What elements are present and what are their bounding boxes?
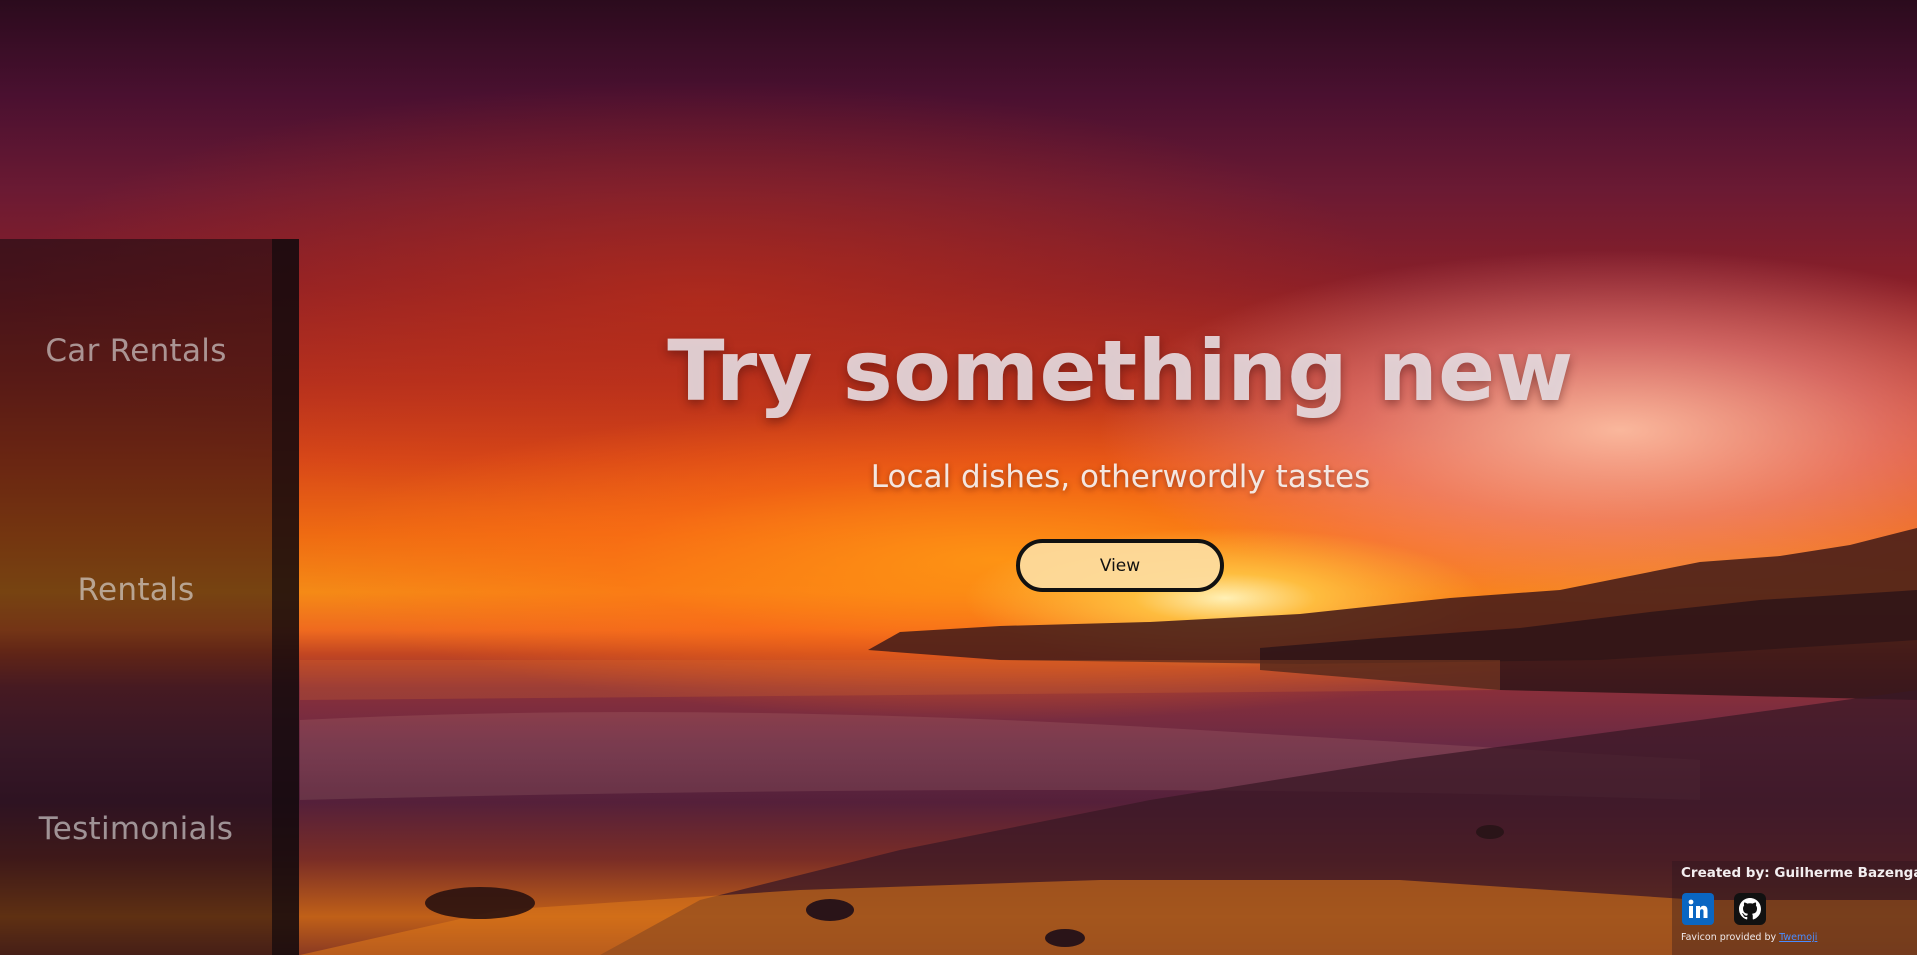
- footer-credits: Created by: Guilherme Bazenga Favicon pr…: [1672, 861, 1917, 955]
- sidebar-item-testimonials[interactable]: Testimonials: [0, 811, 272, 847]
- github-glyph: [1739, 898, 1761, 920]
- favicon-note-text: Favicon provided by: [1681, 932, 1777, 943]
- sidebar-item-rentals[interactable]: Rentals: [0, 572, 272, 608]
- twemoji-link[interactable]: Twemoji: [1779, 932, 1817, 943]
- linkedin-glyph: [1688, 899, 1708, 918]
- hero-subtitle: Local dishes, otherwordly tastes: [870, 459, 1371, 495]
- credit-text: Created by: Guilherme Bazenga: [1681, 865, 1917, 881]
- page: Car Rentals Rentals Testimonials Try som…: [0, 0, 1917, 955]
- hero-title: Try something new: [667, 322, 1574, 420]
- linkedin-icon[interactable]: [1682, 893, 1714, 925]
- favicon-note: Favicon provided by Twemoji: [1681, 932, 1817, 943]
- view-button[interactable]: View: [1016, 539, 1224, 592]
- github-icon[interactable]: [1734, 893, 1766, 925]
